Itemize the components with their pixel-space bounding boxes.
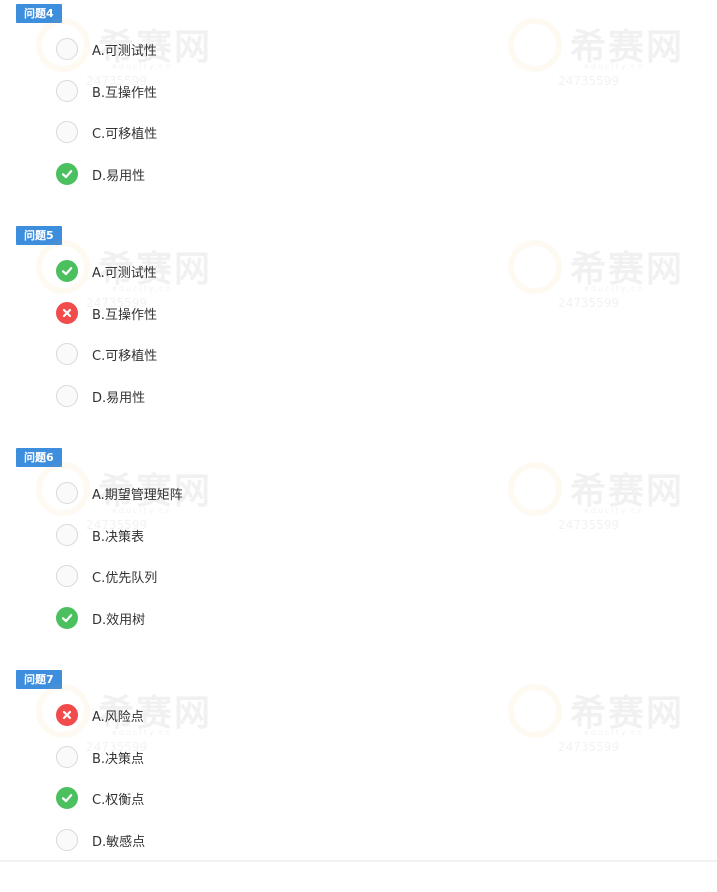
option-a[interactable]: A.期望管理矩阵 bbox=[56, 480, 183, 506]
option-label: C.权衡点 bbox=[92, 792, 145, 808]
option-label: A.期望管理矩阵 bbox=[92, 487, 183, 503]
watermark-subtext: educity.cn bbox=[112, 728, 173, 737]
question-tag: 问题4 bbox=[16, 4, 62, 23]
radio-icon[interactable] bbox=[56, 565, 78, 587]
option-label: C.可移植性 bbox=[92, 348, 158, 364]
radio-icon[interactable] bbox=[56, 385, 78, 407]
radio-icon[interactable] bbox=[56, 38, 78, 60]
option-d[interactable]: D.效用树 bbox=[56, 605, 145, 631]
radio-icon[interactable] bbox=[56, 746, 78, 768]
option-label: D.易用性 bbox=[92, 390, 146, 406]
option-label: B.互操作性 bbox=[92, 307, 158, 323]
watermark-logo-icon bbox=[508, 18, 562, 72]
question-tag: 问题7 bbox=[16, 670, 62, 689]
radio-icon[interactable] bbox=[56, 829, 78, 851]
option-label: B.决策表 bbox=[92, 529, 145, 545]
watermark-logo-icon bbox=[508, 684, 562, 738]
watermark-subtext: educity.cn bbox=[584, 284, 645, 293]
radio-icon[interactable] bbox=[56, 121, 78, 143]
option-label: C.优先队列 bbox=[92, 570, 158, 586]
question-block-4: 问题4 希赛网 educity.cn 24735599 希赛网 educity.… bbox=[0, 4, 717, 226]
question-tag: 问题6 bbox=[16, 448, 62, 467]
option-label: D.易用性 bbox=[92, 168, 146, 184]
option-label: B.决策点 bbox=[92, 751, 145, 767]
option-label: A.风险点 bbox=[92, 709, 144, 725]
option-b[interactable]: B.决策表 bbox=[56, 522, 144, 548]
question-tag: 问题5 bbox=[16, 226, 62, 245]
question-block-7: 问题7 希赛网 educity.cn 24735599 希赛网 educity.… bbox=[0, 670, 717, 892]
option-label: C.可移植性 bbox=[92, 126, 158, 142]
watermark-number: 24735599 bbox=[558, 296, 620, 310]
watermark-subtext: educity.cn bbox=[584, 62, 645, 71]
option-b[interactable]: B.互操作性 bbox=[56, 78, 157, 104]
option-a[interactable]: A.可测试性 bbox=[56, 36, 157, 62]
check-icon[interactable] bbox=[56, 163, 78, 185]
watermark-text: 希赛网 bbox=[570, 693, 685, 734]
option-c[interactable]: C.权衡点 bbox=[56, 785, 144, 811]
option-label: A.可测试性 bbox=[92, 43, 157, 59]
option-a[interactable]: A.可测试性 bbox=[56, 258, 157, 284]
watermark-logo-icon bbox=[508, 240, 562, 294]
watermark-text: 希赛网 bbox=[570, 27, 685, 68]
radio-icon[interactable] bbox=[56, 80, 78, 102]
option-label: D.效用树 bbox=[92, 612, 146, 628]
radio-icon[interactable] bbox=[56, 524, 78, 546]
option-label: D.敏感点 bbox=[92, 834, 146, 850]
option-b[interactable]: B.决策点 bbox=[56, 744, 144, 770]
option-d[interactable]: D.易用性 bbox=[56, 383, 145, 409]
option-c[interactable]: C.可移植性 bbox=[56, 119, 157, 145]
radio-icon[interactable] bbox=[56, 343, 78, 365]
cross-icon[interactable] bbox=[56, 302, 78, 324]
cross-icon[interactable] bbox=[56, 704, 78, 726]
question-block-6: 问题6 希赛网 educity.cn 24735599 希赛网 educity.… bbox=[0, 448, 717, 670]
watermark-subtext: educity.cn bbox=[584, 728, 645, 737]
option-d[interactable]: D.易用性 bbox=[56, 161, 145, 187]
option-label: A.可测试性 bbox=[92, 265, 157, 281]
watermark-subtext: educity.cn bbox=[112, 62, 173, 71]
option-c[interactable]: C.优先队列 bbox=[56, 563, 157, 589]
watermark-subtext: educity.cn bbox=[112, 506, 173, 515]
watermark-subtext: educity.cn bbox=[584, 506, 645, 515]
check-icon[interactable] bbox=[56, 607, 78, 629]
watermark-logo-icon bbox=[508, 462, 562, 516]
watermark-number: 24735599 bbox=[558, 518, 620, 532]
option-a[interactable]: A.风险点 bbox=[56, 702, 144, 728]
option-label: B.互操作性 bbox=[92, 85, 158, 101]
watermark-text: 希赛网 bbox=[570, 471, 685, 512]
watermark-number: 24735599 bbox=[558, 740, 620, 754]
watermark-subtext: educity.cn bbox=[112, 284, 173, 293]
radio-icon[interactable] bbox=[56, 482, 78, 504]
option-c[interactable]: C.可移植性 bbox=[56, 341, 157, 367]
question-block-5: 问题5 希赛网 educity.cn 24735599 希赛网 educity.… bbox=[0, 226, 717, 448]
option-b[interactable]: B.互操作性 bbox=[56, 300, 157, 326]
option-d[interactable]: D.敏感点 bbox=[56, 827, 145, 853]
watermark-text: 希赛网 bbox=[570, 249, 685, 290]
check-icon[interactable] bbox=[56, 260, 78, 282]
watermark-number: 24735599 bbox=[558, 74, 620, 88]
check-icon[interactable] bbox=[56, 787, 78, 809]
